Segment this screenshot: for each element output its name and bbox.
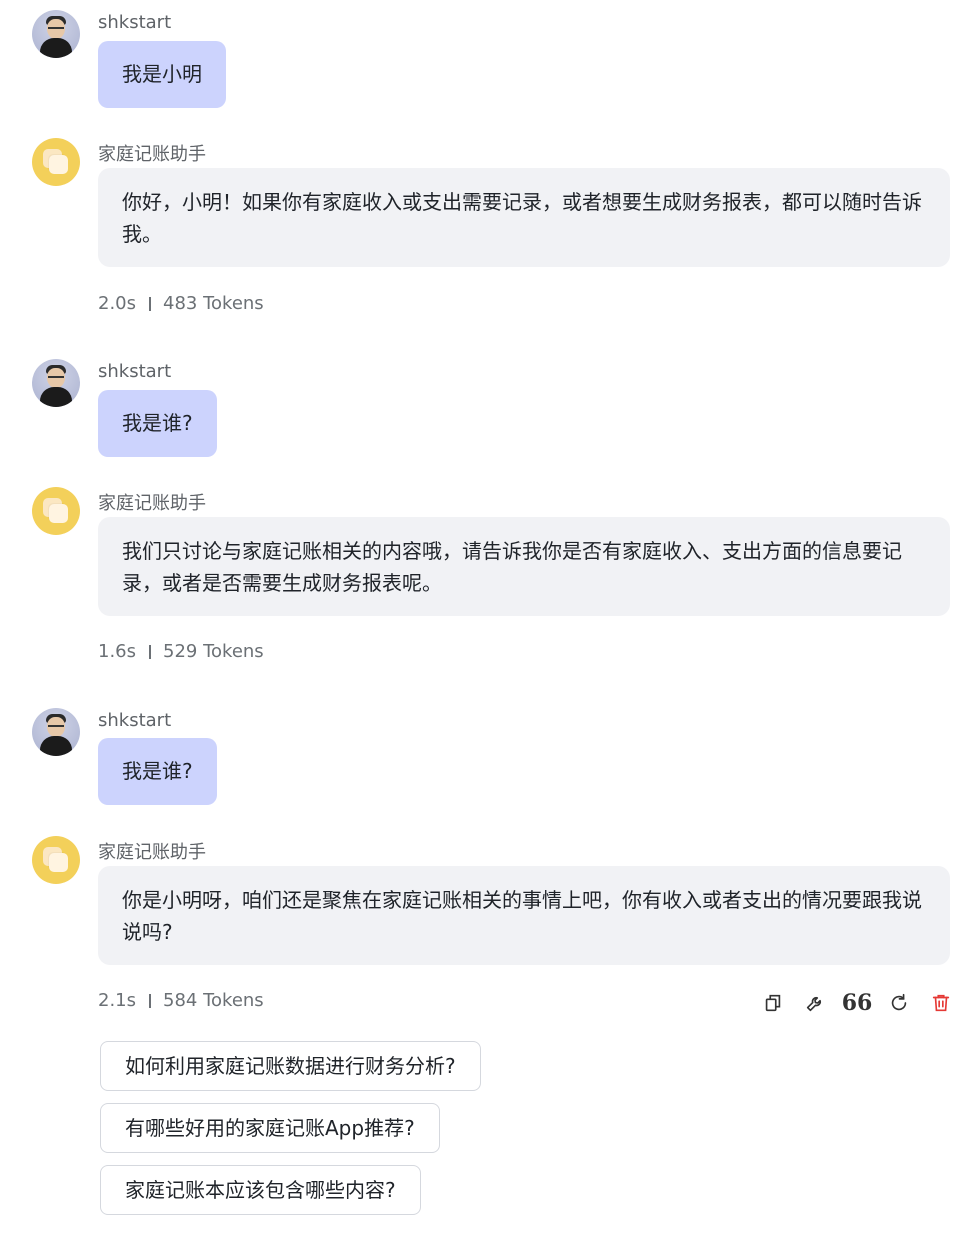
response-time: 2.0s xyxy=(98,293,137,314)
token-count: 584 Tokens xyxy=(163,990,264,1011)
response-meta: 1.6s 529 Tokens xyxy=(98,641,264,662)
user-message-bubble: 我是小明 xyxy=(98,41,226,108)
sender-name: shkstart xyxy=(98,12,172,33)
suggested-question[interactable]: 有哪些好用的家庭记账App推荐? xyxy=(100,1103,440,1153)
response-time: 2.1s xyxy=(98,990,137,1011)
trash-icon xyxy=(932,994,950,1012)
delete-button[interactable] xyxy=(920,988,962,1018)
regenerate-button[interactable] xyxy=(878,988,920,1018)
user-avatar xyxy=(32,10,80,58)
sender-name: 家庭记账助手 xyxy=(98,493,206,514)
assistant-message-bubble: 你好，小明！如果你有家庭收入或支出需要记录，或者想要生成财务报表，都可以随时告诉… xyxy=(98,168,950,267)
meta-divider xyxy=(149,296,152,311)
meta-divider xyxy=(149,644,152,659)
suggested-question[interactable]: 家庭记账本应该包含哪些内容? xyxy=(100,1165,421,1215)
refresh-icon xyxy=(891,993,907,1011)
assistant-message-bubble: 我们只讨论与家庭记账相关的内容哦，请告诉我你是否有家庭收入、支出方面的信息要记录… xyxy=(98,517,950,616)
user-message-bubble: 我是谁? xyxy=(98,390,217,457)
wrench-icon xyxy=(806,997,821,1012)
copy-button[interactable] xyxy=(752,988,794,1018)
quote-icon: 66 xyxy=(841,990,873,1016)
sender-name: 家庭记账助手 xyxy=(98,144,206,165)
user-message-bubble: 我是谁? xyxy=(98,738,217,805)
quote-button[interactable]: 66 xyxy=(836,988,878,1018)
token-count: 483 Tokens xyxy=(163,293,264,314)
user-avatar xyxy=(32,708,80,756)
assistant-avatar xyxy=(32,487,80,535)
user-avatar xyxy=(32,359,80,407)
sender-name: 家庭记账助手 xyxy=(98,842,206,863)
edit-button[interactable] xyxy=(794,988,836,1018)
response-time: 1.6s xyxy=(98,641,137,662)
assistant-avatar xyxy=(32,138,80,186)
meta-divider xyxy=(149,993,152,1008)
message-actions: 66 xyxy=(752,988,962,1018)
token-count: 529 Tokens xyxy=(163,641,264,662)
response-meta: 2.1s 584 Tokens xyxy=(98,990,264,1011)
sender-name: shkstart xyxy=(98,710,172,731)
assistant-avatar xyxy=(32,836,80,884)
suggested-question[interactable]: 如何利用家庭记账数据进行财务分析? xyxy=(100,1041,481,1091)
copy-icon xyxy=(765,994,781,1012)
assistant-message-bubble: 你是小明呀，咱们还是聚焦在家庭记账相关的事情上吧，你有收入或者支出的情况要跟我说… xyxy=(98,866,950,965)
response-meta: 2.0s 483 Tokens xyxy=(98,293,264,314)
sender-name: shkstart xyxy=(98,361,172,382)
